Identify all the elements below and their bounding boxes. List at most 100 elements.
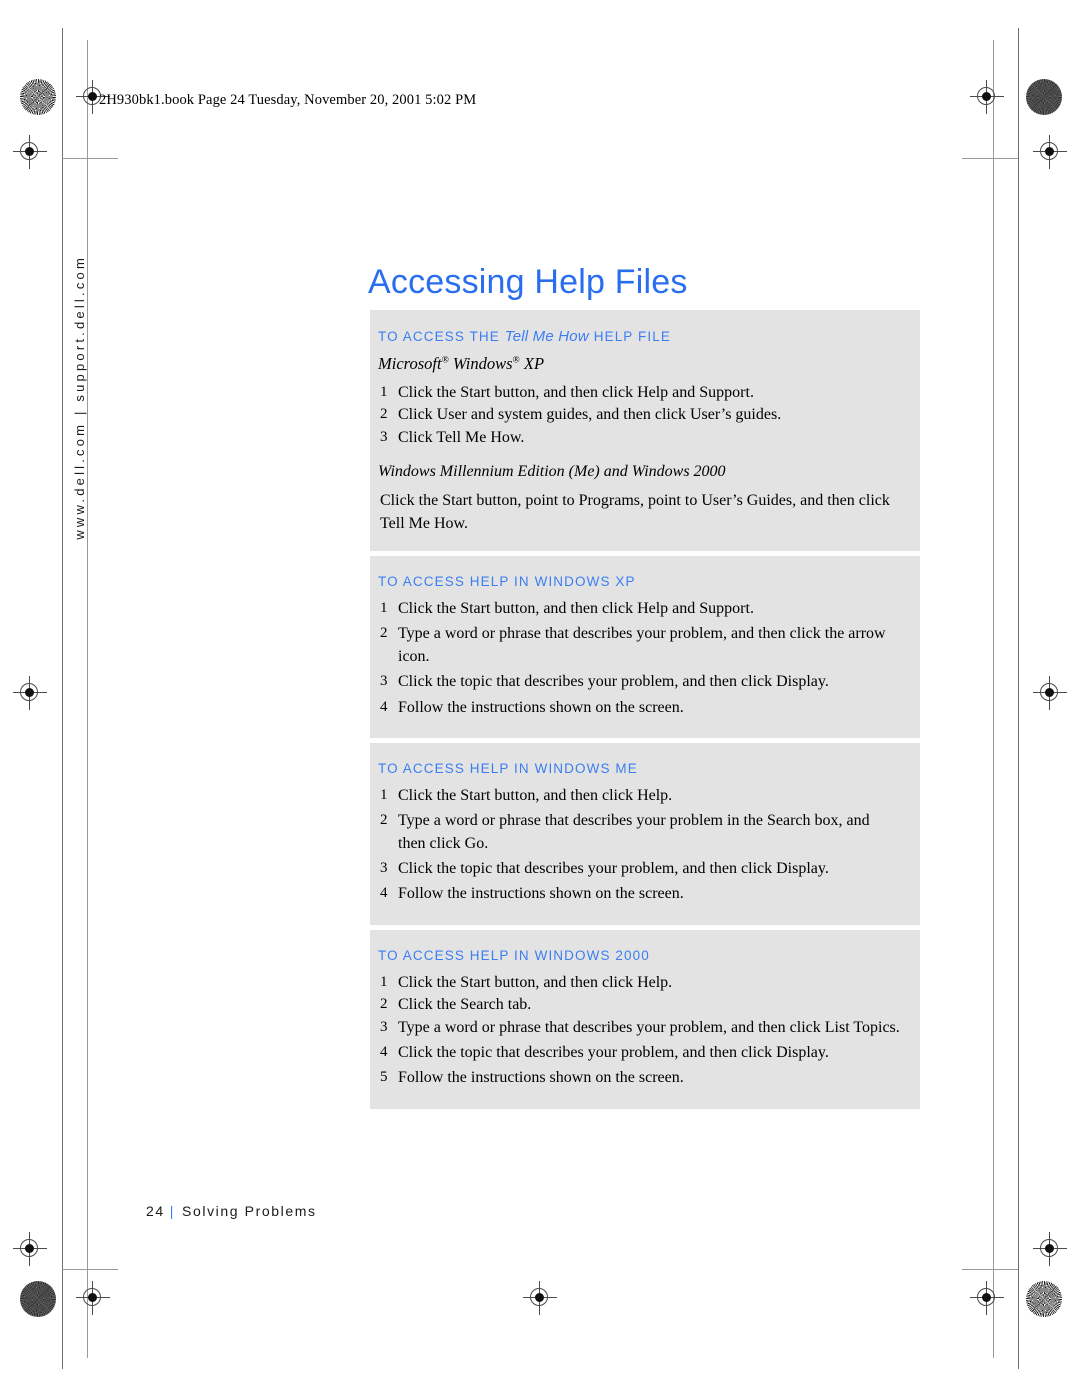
list-item: 1 Click the Start button, and then click … [378,972,900,994]
step-number: 1 [380,384,388,400]
step-text: Follow the instructions shown on the scr… [398,698,684,716]
step-number: 1 [380,786,388,803]
subheading-windows-me-2000: Windows Millennium Edition (Me) and Wind… [378,463,726,481]
step-number: 2 [380,406,388,423]
step-number: 4 [380,698,388,715]
step-number: 1 [380,599,388,616]
section-heading-suffix: help file [593,329,671,344]
page-footer: 24 | Solving Problems [146,1203,317,1219]
crop-line-top-left [62,158,118,159]
registered-trademark-icon-1: ® [441,355,449,366]
step-number: 2 [380,625,388,642]
step-list-windows-me: 1 Click the Start button, and then click … [378,785,900,906]
panel-help-windows-xp: To access help in Windows XP 1 Click the … [370,555,920,738]
step-number: 3 [380,673,388,690]
panel-tell-me-how: To access the Tell Me How help file Micr… [370,310,920,551]
os-label-microsoft: Microsoft [378,354,442,373]
registered-trademark-icon-2: ® [512,355,520,366]
list-item: 3 Click the topic that describes your pro… [378,671,900,693]
step-number: 2 [380,996,388,1013]
list-item: 2 Click User and system guides, and then … [378,404,900,426]
registration-target-top-right [970,80,1004,114]
list-item: 3 Click Tell Me How. [378,427,900,449]
list-item: 1 Click the Start button, and then click … [378,382,900,404]
section-heading-suffix: Windows XP [534,573,636,589]
step-number: 1 [380,973,388,990]
section-heading-prefix: To access help in [378,947,530,963]
registration-target-lower-left [13,1232,47,1266]
registration-target-upper-right [1033,135,1067,169]
list-item: 3 Click the topic that describes your pro… [378,858,900,880]
crop-line-bottom-right [962,1269,1018,1270]
registration-starburst-top-right [1026,79,1062,115]
registration-target-bottom-right [970,1281,1004,1315]
footer-page-number: 24 [146,1203,165,1219]
list-item: 4 Follow the instructions shown on the sc… [378,697,900,719]
list-item: 3 Type a word or phrase that describes yo… [378,1017,900,1039]
list-item: 5 Follow the instructions shown on the sc… [378,1067,900,1089]
registration-target-bottom-center [523,1281,557,1315]
step-number: 5 [380,1069,388,1086]
list-item: 1 Click the Start button, and then click … [378,598,900,620]
step-list-windows-2000: 1 Click the Start button, and then click … [378,972,900,1090]
panel-help-windows-2000: To access help in Windows 2000 1 Click th… [370,929,920,1109]
step-text: Click Tell Me How. [398,428,525,446]
step-text: Click the Start button, and then click H… [398,973,673,991]
crop-line-top-right [962,158,1018,159]
step-list-windows-xp: 1 Click the Start button, and then click … [378,598,900,719]
step-text: Click the topic that describes your prob… [398,1044,829,1062]
list-item: 2 Type a word or phrase that describes yo… [378,810,900,855]
section-heading-prefix: To access the [378,329,500,344]
crop-line-left-outer [62,28,63,1369]
panel-help-windows-me: To access help in Windows Me 1 Click the … [370,742,920,925]
page-title: Accessing Help Files [368,262,688,301]
os-label-xp: XP [523,354,545,373]
registration-starburst-bottom-left [20,1281,56,1317]
os-label-windows-xp: Microsoft® Windows® XP [378,354,900,374]
section-heading-prefix: To access help in [378,573,530,589]
step-text: Click the Search tab. [398,996,532,1014]
registration-target-mid-right [1033,676,1067,710]
step-text: Click the Start button, and then click H… [398,384,754,401]
crop-line-right-outer [1018,28,1019,1369]
list-item: 4 Follow the instructions shown on the sc… [378,883,900,905]
os-label-windows: Windows [452,354,513,373]
step-list-tell-me-how: 1 Click the Start button, and then click … [378,382,900,449]
step-text: Click the topic that describes your prob… [398,860,829,878]
step-text: Type a word or phrase that describes you… [398,1018,900,1036]
footer-chapter-name: Solving Problems [182,1203,317,1219]
registration-starburst-bottom-right [1026,1281,1062,1317]
registration-target-upper-left [13,135,47,169]
crop-line-right-inner [993,40,994,1358]
section-heading-windows-me: To access help in Windows Me [378,761,900,776]
section-heading-windows-2000: To access help in Windows 2000 [378,948,900,963]
step-text: Click the Start button, and then click H… [398,599,754,617]
step-text: Click the Start button, and then click H… [398,786,673,804]
registration-starburst-top-left [20,79,56,115]
list-item: 2 Click the Search tab. [378,994,900,1016]
content-panels: To access the Tell Me How help file Micr… [370,310,920,1109]
step-number: 3 [380,428,388,445]
step-text: Type a word or phrase that describes you… [398,812,870,852]
section-heading-windows-xp: To access help in Windows XP [378,574,900,589]
step-number: 4 [380,1044,388,1061]
list-item: 4 Click the topic that describes your pro… [378,1042,900,1064]
step-text: Follow the instructions shown on the scr… [398,885,684,903]
section-heading-prefix: To access help in [378,760,530,776]
step-number: 3 [380,1018,388,1035]
section-heading-suffix: Windows 2000 [534,947,650,963]
step-number: 4 [380,885,388,902]
step-text: Click the topic that describes your prob… [398,673,829,691]
step-text: Click User and system guides, and then c… [398,406,782,424]
side-rule-url: www.dell.com | support.dell.com [72,255,87,540]
step-text: Type a word or phrase that describes you… [398,625,886,665]
crop-line-left-inner [87,40,88,1358]
print-job-header: 2H930bk1.book Page 24 Tuesday, November … [99,92,477,108]
registration-target-lower-right [1033,1232,1067,1266]
crop-line-bottom-left [62,1269,118,1270]
step-number: 2 [380,812,388,829]
section-heading-suffix: Windows Me [534,760,638,776]
step-text: Follow the instructions shown on the scr… [398,1069,684,1087]
section-heading-tell-me-how: To access the Tell Me How help file [378,328,900,345]
paragraph-windows-me-2000: Click the Start button, point to Program… [380,492,890,532]
